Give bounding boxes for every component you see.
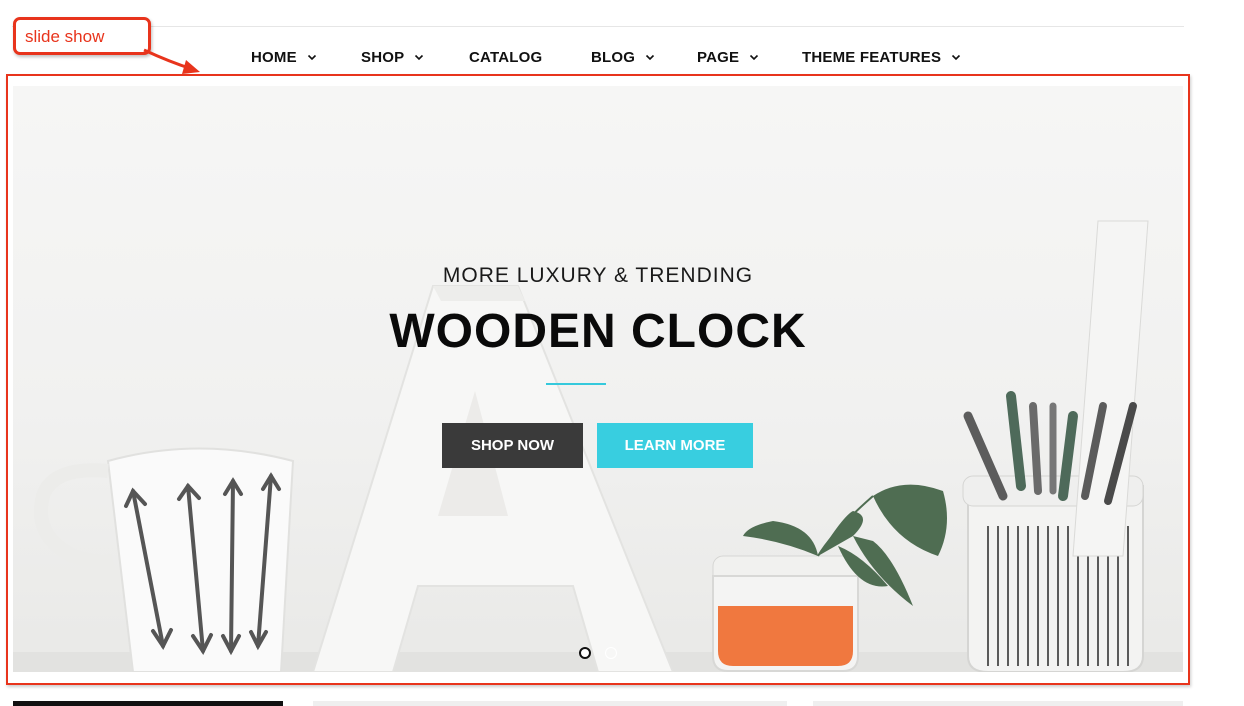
nav-item-label: SHOP xyxy=(361,48,405,66)
nav-item-home[interactable]: HOME xyxy=(251,44,317,70)
chevron-down-icon xyxy=(645,52,655,62)
nav-item-page[interactable]: PAGE xyxy=(697,44,759,70)
nav-item-label: PAGE xyxy=(697,48,740,66)
nav-item-blog[interactable]: BLOG xyxy=(591,44,655,70)
section-divider xyxy=(313,701,787,706)
nav-item-label: BLOG xyxy=(591,48,636,66)
nav-item-label: CATALOG xyxy=(469,48,543,66)
section-divider xyxy=(813,701,1183,706)
annotation-callout: slide show xyxy=(13,17,151,55)
nav-item-catalog[interactable]: CATALOG xyxy=(469,44,542,70)
page: HOME SHOP CATALOG BLOG PAGE THEME FEATUR… xyxy=(0,0,1244,706)
annotation-arrow-icon xyxy=(143,48,200,74)
header-divider xyxy=(12,26,1184,27)
annotation-frame xyxy=(6,74,1190,685)
chevron-down-icon xyxy=(307,52,317,62)
nav-item-theme-features[interactable]: THEME FEATURES xyxy=(802,44,961,70)
chevron-down-icon xyxy=(951,52,961,62)
nav-item-label: THEME FEATURES xyxy=(802,48,942,66)
nav-item-shop[interactable]: SHOP xyxy=(361,44,424,70)
chevron-down-icon xyxy=(414,52,424,62)
nav-item-label: HOME xyxy=(251,48,297,66)
chevron-down-icon xyxy=(749,52,759,62)
section-divider xyxy=(13,701,283,706)
annotation-label: slide show xyxy=(25,27,105,46)
